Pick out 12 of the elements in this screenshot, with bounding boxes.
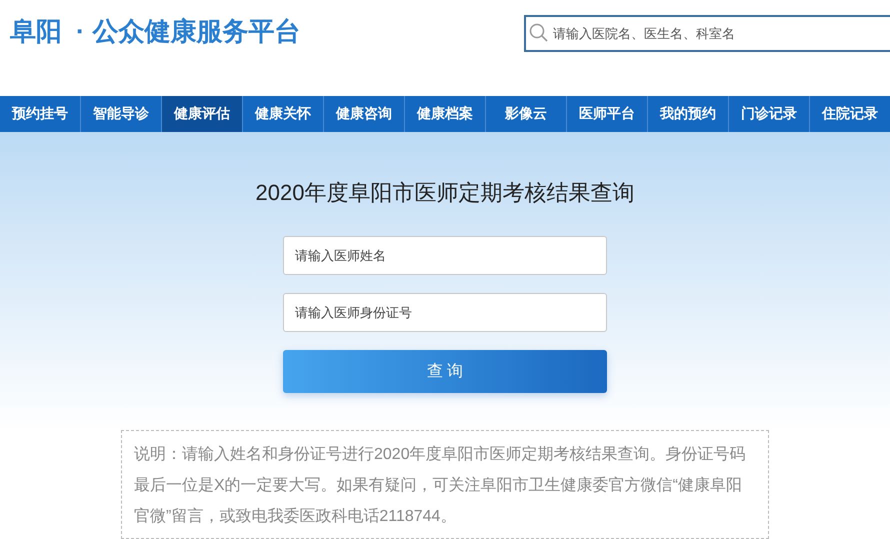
- id-field[interactable]: 请输入医师身份证号: [283, 292, 607, 332]
- logo-title: 公众健康服务平台: [92, 15, 301, 48]
- nav-tab[interactable]: 住院记录: [810, 96, 890, 132]
- search-field[interactable]: 请输入医院名、医生名、科室名: [524, 15, 890, 52]
- form-title: 2020年度阜阳市医师定期考核结果查询: [256, 179, 634, 207]
- search-icon: [529, 23, 549, 43]
- logo-city: 阜阳: [10, 15, 62, 48]
- nav-tab[interactable]: 健康评估: [162, 96, 243, 132]
- name-field[interactable]: 请输入医师姓名: [283, 236, 607, 275]
- logo-dot: ·: [76, 16, 85, 47]
- query-button[interactable]: 查 询: [283, 350, 607, 394]
- note-text: 说明：请输入姓名和身份证号进行2020年度阜阳市医师定期考核结果查询。身份证号码最后一位是X的一定要大写。如果有疑问，可关注阜阳市卫生健康委官方微信“健康阜阳官微”留言，或致电我委医政科电话2118744。: [134, 444, 747, 528]
